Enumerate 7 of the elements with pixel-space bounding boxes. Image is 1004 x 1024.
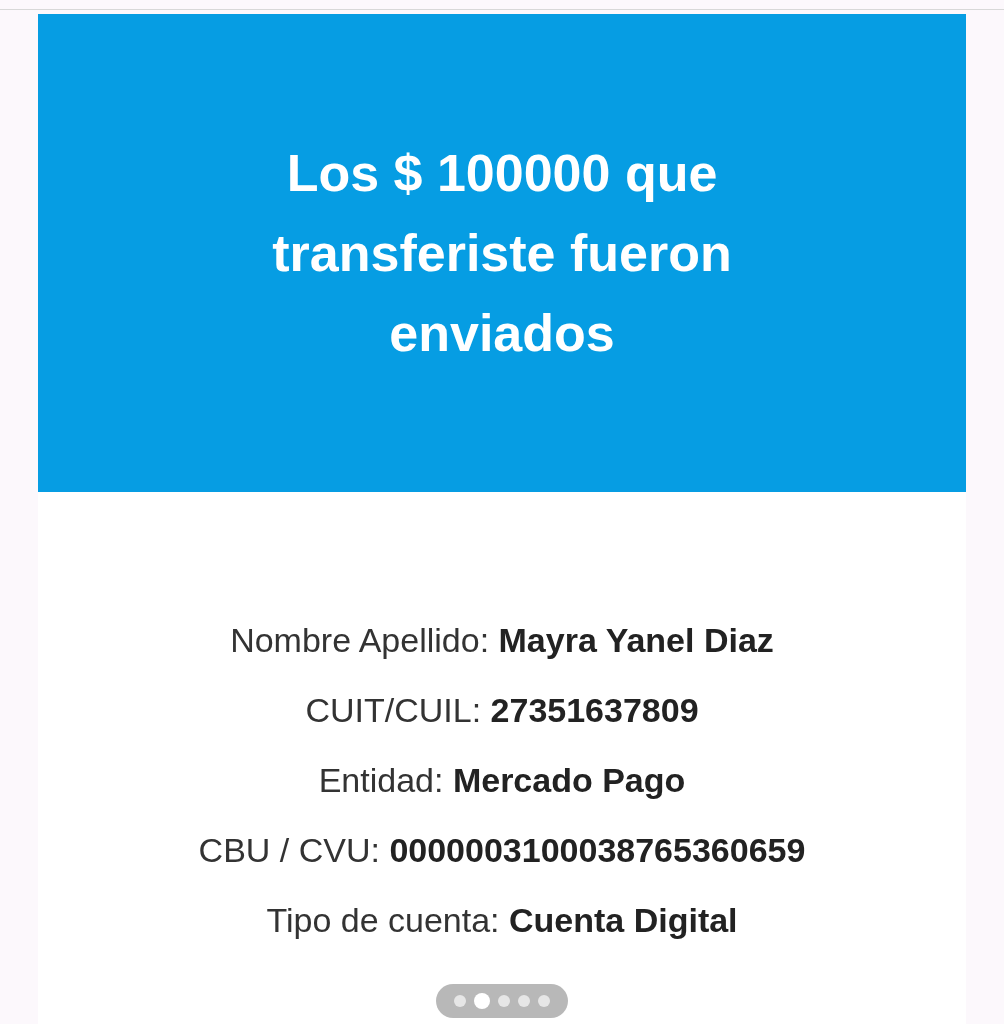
detail-line: Tipo de cuenta: Cuenta Digital	[266, 900, 738, 940]
detail-line: Entidad: Mercado Pago	[318, 760, 686, 800]
page-indicator[interactable]	[436, 984, 568, 1018]
banner-title: Los $ 100000 que transferiste fueron enviados	[271, 143, 733, 364]
detail-line: Nombre Apellido: Mayra Yanel Diaz	[230, 620, 774, 660]
detail-line: CUIT/CUIL: 27351637809	[305, 690, 699, 730]
detail-line: CBU / CVU: 0000003100038765360659	[198, 830, 806, 870]
